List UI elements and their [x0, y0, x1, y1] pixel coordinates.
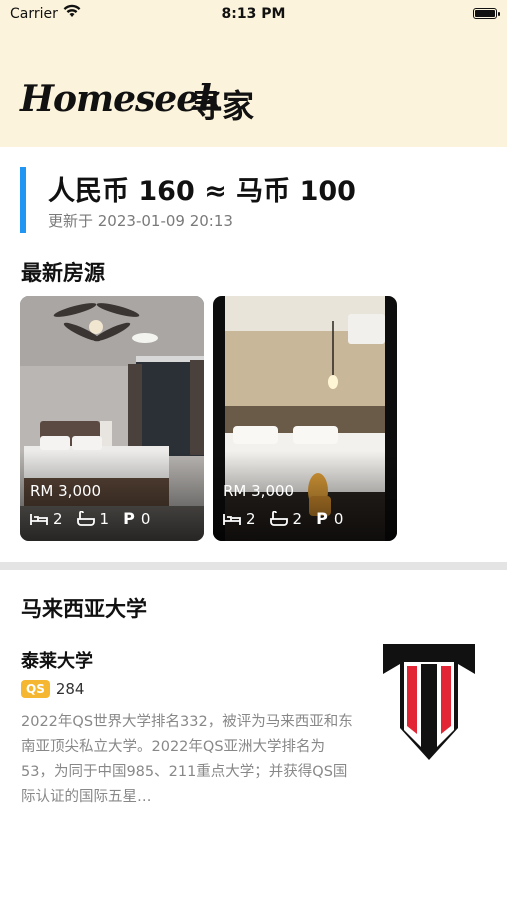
parking-count: 0 [140, 509, 151, 528]
status-bar: Carrier 8:13 PM [0, 0, 507, 30]
qs-ranking: QS 284 [21, 680, 84, 698]
bathtub-icon [76, 511, 95, 526]
listing-price: RM 3,000 [223, 482, 295, 500]
parking-icon: P [316, 509, 328, 528]
app-header: Homeseek 寻家 [0, 30, 507, 147]
exchange-rate-text: 人民币 160 ≈ 马币 100 [48, 176, 356, 207]
listing-price: RM 3,000 [30, 482, 102, 500]
bed-icon [30, 513, 48, 525]
exchange-rate-card[interactable]: 人民币 160 ≈ 马币 100 更新于 2023-01-09 20:13 [20, 167, 480, 233]
listing-card-2[interactable]: RM 3,000 2 2 P 0 [213, 296, 397, 541]
bathroom-count: 2 [292, 509, 303, 528]
university-logo [383, 644, 475, 760]
bathtub-icon [269, 511, 288, 526]
university-description: 2022年QS世界大学排名332，被评为马来西亚和东南亚顶尖私立大学。2022年… [21, 714, 353, 805]
listing-specs: 2 2 P 0 [223, 509, 357, 528]
rate-updated-time: 更新于 2023-01-09 20:13 [48, 212, 233, 230]
parking-icon: P [123, 509, 135, 528]
qs-rank-value: 284 [55, 680, 85, 698]
clock: 8:13 PM [221, 6, 286, 22]
parking-count: 0 [333, 509, 344, 528]
university-name: 泰莱大学 [21, 651, 93, 672]
bed-icon [223, 513, 241, 525]
rate-accent-bar [20, 167, 26, 233]
bathroom-count: 1 [99, 509, 110, 528]
battery-icon [473, 8, 500, 19]
bedroom-count: 2 [53, 509, 63, 528]
brand-chinese-name: 寻家 [190, 87, 255, 125]
listing-specs: 2 1 P 0 [30, 509, 164, 528]
bedroom-count: 2 [246, 509, 256, 528]
section-title-universities: 马来西亚大学 [21, 597, 147, 621]
section-divider [0, 562, 507, 570]
section-title-listings: 最新房源 [21, 261, 105, 285]
qs-badge: QS [21, 680, 50, 698]
listing-card-1[interactable]: RM 3,000 2 1 P 0 [20, 296, 204, 541]
